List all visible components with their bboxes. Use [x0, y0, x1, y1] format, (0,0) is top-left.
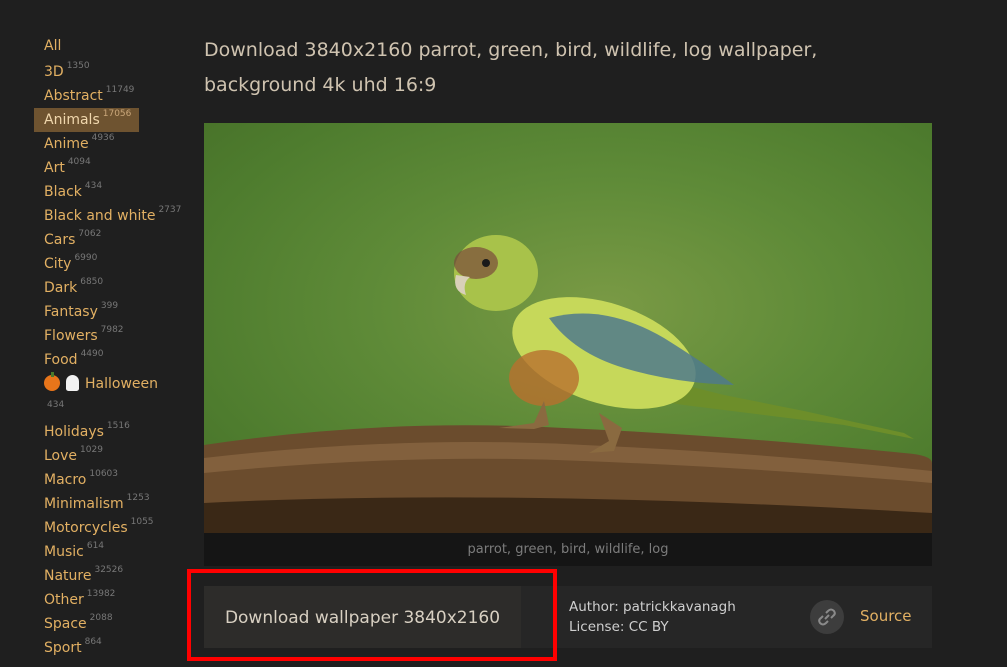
wallpaper-preview-image[interactable]	[204, 123, 932, 533]
category-dark[interactable]: Dark 6850	[34, 276, 184, 300]
category-black-and-white[interactable]: Black and white 2737	[34, 204, 184, 228]
category-art[interactable]: Art 4094	[34, 156, 184, 180]
category-count: 17056	[102, 109, 132, 119]
category-count: 1253	[126, 493, 150, 503]
category-minimalism[interactable]: Minimalism 1253	[34, 492, 184, 516]
category-label: Art	[44, 160, 65, 176]
category-label: Food	[44, 352, 78, 368]
category-label: Holidays	[44, 424, 104, 440]
parrot-face	[454, 247, 498, 279]
category-count: 434	[47, 400, 65, 410]
category-label: Music	[44, 544, 84, 560]
category-label: Dark	[44, 280, 78, 296]
category-label: Cars	[44, 232, 76, 248]
license-text: License: CC BY	[569, 619, 669, 635]
link-icon[interactable]	[810, 600, 844, 634]
category-label: Minimalism	[44, 496, 124, 512]
category-food[interactable]: Food 4490	[34, 348, 184, 372]
category-label: Abstract	[44, 88, 103, 104]
category-label: Nature	[44, 568, 92, 584]
ghost-icon	[66, 375, 79, 391]
category-count: 4094	[67, 157, 91, 167]
category-count: 4936	[91, 133, 115, 143]
category-label: Anime	[44, 136, 89, 152]
category-abstract[interactable]: Abstract 11749	[34, 84, 184, 108]
category-city[interactable]: City 6990	[34, 252, 184, 276]
category-other[interactable]: Other 13982	[34, 588, 184, 612]
parrot-eye	[482, 259, 490, 267]
category-label: Black and white	[44, 208, 156, 224]
category-sport[interactable]: Sport 864	[34, 636, 184, 660]
category-3d[interactable]: 3D 1350	[34, 60, 184, 84]
category-count: 614	[86, 541, 105, 551]
image-tags: parrot, green, bird, wildlife, log	[204, 533, 932, 566]
category-count: 864	[84, 637, 102, 647]
author-text: Author: patrickkavanagh	[569, 599, 736, 615]
category-count: 399	[100, 301, 119, 311]
category-label: Animals	[44, 112, 100, 128]
category-nature[interactable]: Nature 32526	[34, 564, 184, 588]
category-count: 2088	[89, 613, 113, 623]
category-label: Black	[44, 184, 82, 200]
category-halloween[interactable]: Halloween	[34, 372, 184, 396]
category-count: 4490	[80, 349, 104, 359]
image-meta: Author: patrickkavanagh License: CC BY	[569, 597, 736, 637]
category-count: 13982	[86, 589, 116, 599]
category-label: Other	[44, 592, 84, 608]
category-animals[interactable]: Animals 17056	[34, 108, 139, 132]
category-label: Motorcycles	[44, 520, 128, 536]
category-cars[interactable]: Cars 7062	[34, 228, 184, 252]
category-label: Fantasy	[44, 304, 98, 320]
category-anime[interactable]: Anime 4936	[34, 132, 184, 156]
category-label: Love	[44, 448, 78, 464]
category-count: 6990	[74, 253, 98, 263]
category-label: Space	[44, 616, 87, 632]
category-music[interactable]: Music 614	[34, 540, 184, 564]
category-label: Flowers	[44, 328, 98, 344]
category-all[interactable]: All	[34, 34, 184, 60]
category-macro[interactable]: Macro 10603	[34, 468, 184, 492]
category-count: 434	[84, 181, 103, 191]
category-count: 32526	[94, 565, 124, 575]
parrot-belly	[509, 350, 579, 406]
category-motorcycles[interactable]: Motorcycles 1055	[34, 516, 184, 540]
category-count: 1029	[80, 445, 103, 455]
category-fantasy[interactable]: Fantasy 399	[34, 300, 184, 324]
page-title: Download 3840x2160 parrot, green, bird, …	[204, 39, 818, 96]
category-black[interactable]: Black 434	[34, 180, 184, 204]
parrot-illustration	[204, 235, 932, 533]
category-space[interactable]: Space 2088	[34, 612, 184, 636]
category-label: 3D	[44, 64, 64, 80]
category-label: City	[44, 256, 72, 272]
link-icon-glyph	[818, 608, 836, 626]
category-count: 1350	[66, 61, 90, 71]
category-count: 7982	[100, 325, 124, 335]
category-count: 7062	[78, 229, 102, 239]
source-link[interactable]: Source	[860, 607, 912, 625]
download-wallpaper-button[interactable]: Download wallpaper 3840x2160	[204, 586, 521, 648]
category-flowers[interactable]: Flowers 7982	[34, 324, 184, 348]
category-count: 1516	[106, 421, 130, 431]
category-sidebar: All 3D 1350 Abstract 11749 Animals 17056 An…	[34, 34, 184, 660]
category-label: Halloween	[85, 376, 159, 392]
category-count: 2737	[158, 205, 182, 215]
category-holidays[interactable]: Holidays 1516	[34, 420, 184, 444]
category-label: Macro	[44, 472, 87, 488]
pumpkin-icon	[44, 372, 60, 391]
category-count: 11749	[105, 85, 135, 95]
category-count: 6850	[80, 277, 104, 287]
category-love[interactable]: Love 1029	[34, 444, 184, 468]
category-count: 10603	[89, 469, 119, 479]
category-count: 1055	[130, 517, 154, 527]
category-label: Sport	[44, 640, 82, 656]
